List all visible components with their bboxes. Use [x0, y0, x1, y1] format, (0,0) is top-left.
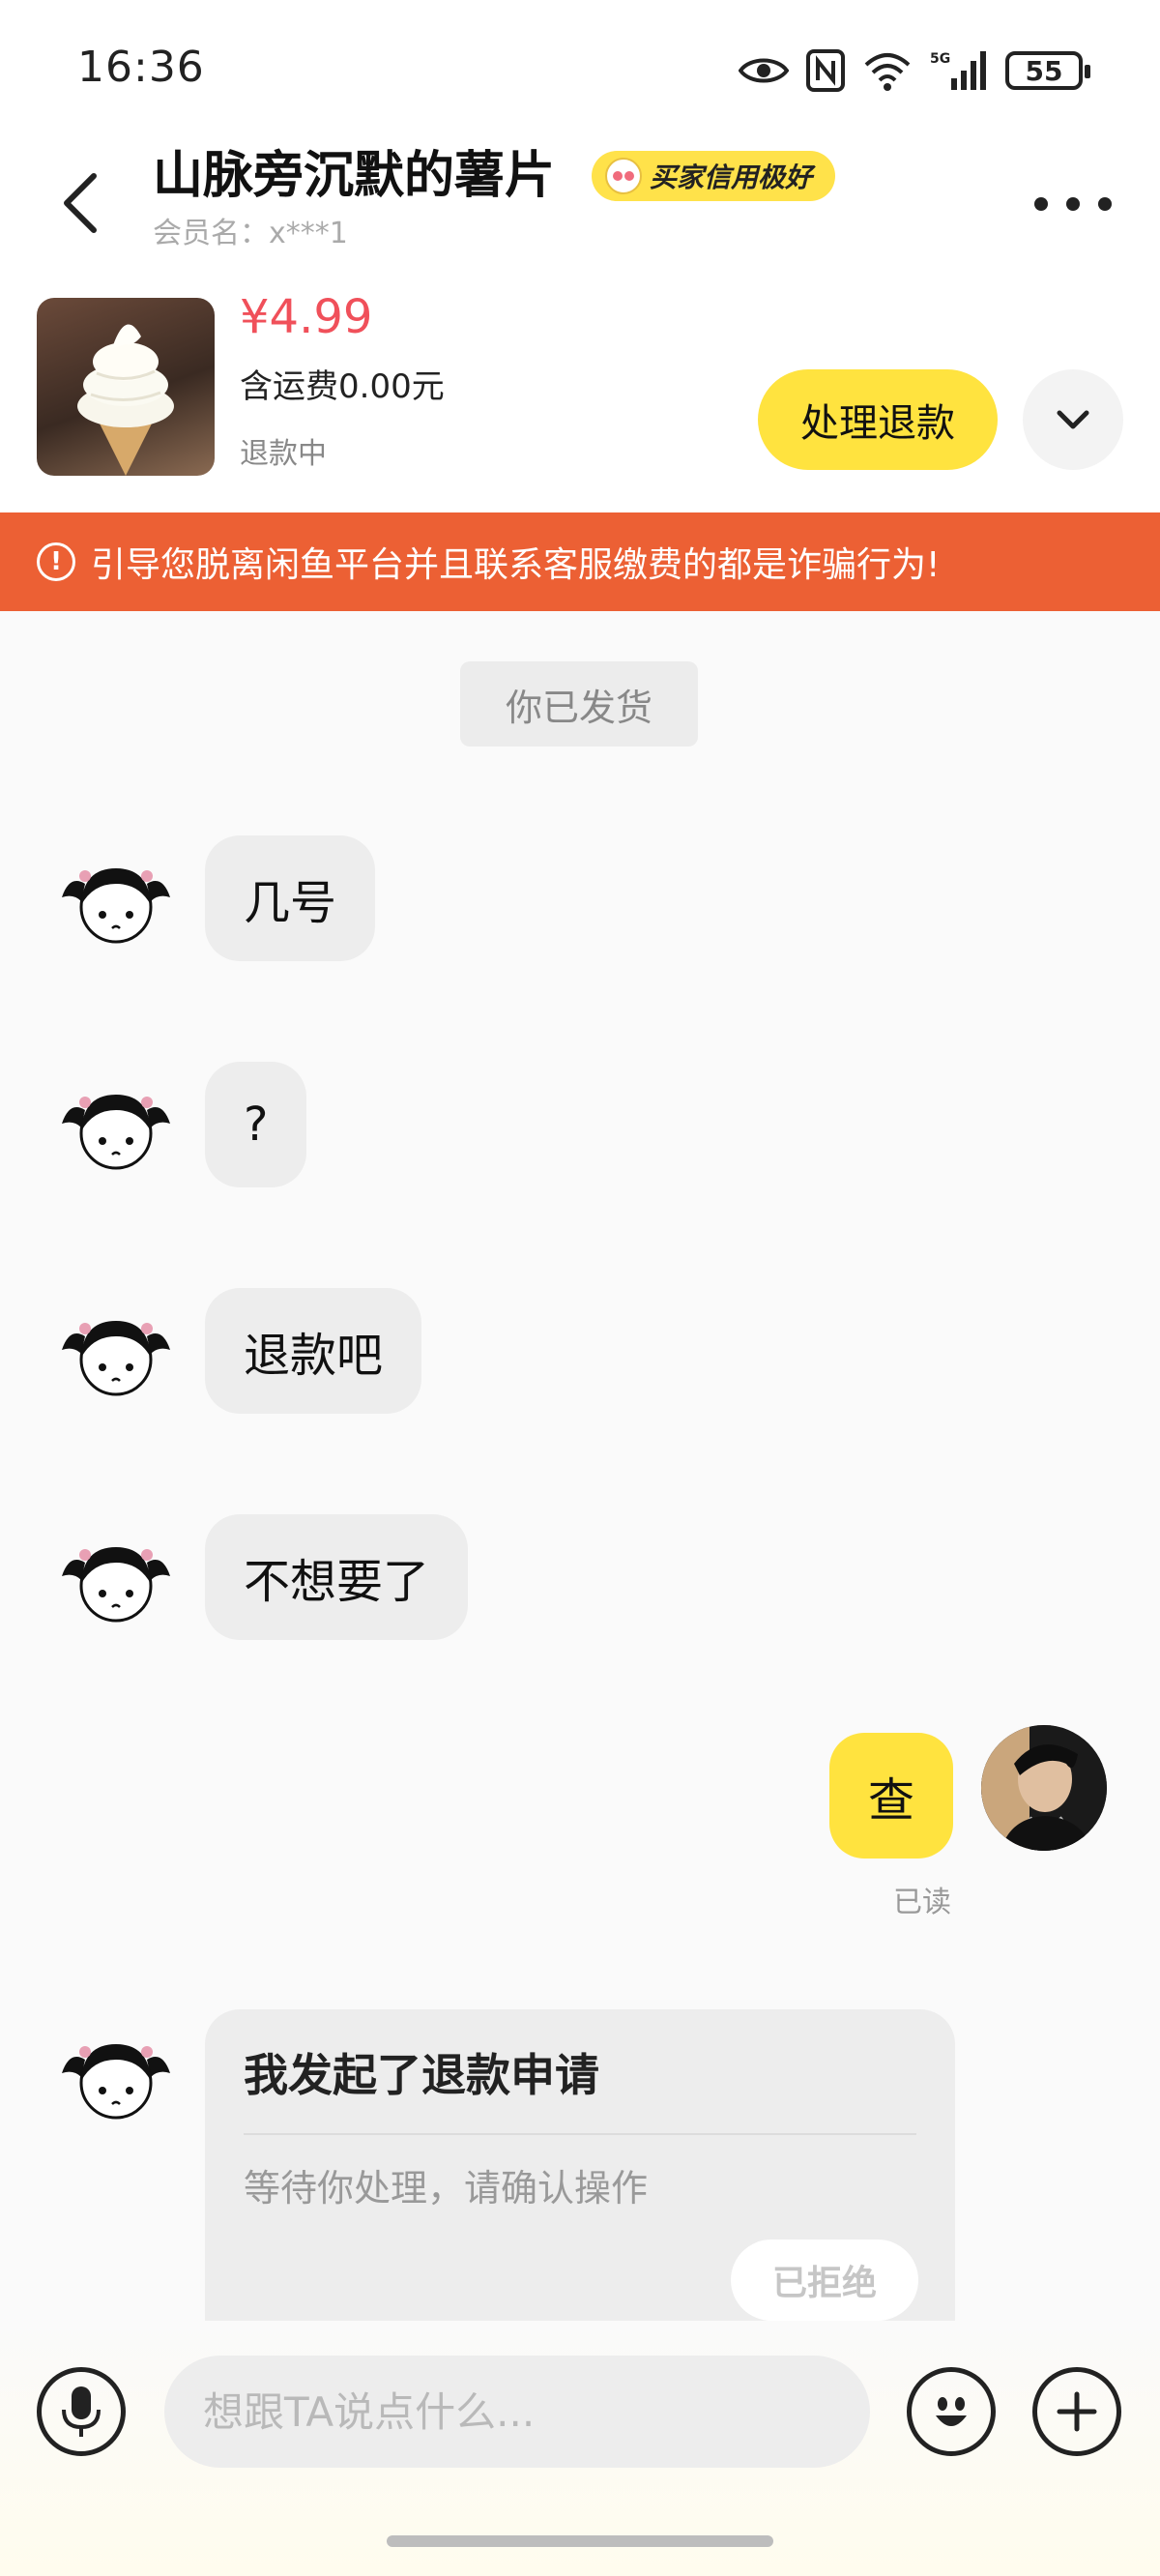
battery-icon: 55 [1005, 51, 1090, 90]
incoming-message-bubble[interactable]: 退款吧 [205, 1288, 422, 1414]
nfc-icon [806, 49, 845, 92]
refund-card-description: 等待你处理，请确认操作 [244, 2167, 649, 2210]
chevron-left-icon [64, 173, 97, 233]
wifi-icon [864, 53, 911, 91]
emoji-icon [936, 2397, 967, 2426]
my-avatar[interactable] [981, 1725, 1107, 1851]
buyer-avatar[interactable] [56, 855, 176, 951]
home-indicator[interactable] [387, 2535, 773, 2547]
credit-badge: 买家信用极好 [592, 151, 836, 201]
voice-input-button[interactable] [37, 2367, 126, 2456]
outgoing-message-bubble[interactable]: 查 [829, 1733, 954, 1859]
more-dot-icon [1066, 197, 1080, 211]
refund-status: 退款中 [240, 437, 327, 471]
smiley-face-icon [605, 158, 642, 194]
buyer-avatar[interactable] [56, 1081, 176, 1178]
buyer-avatar[interactable] [56, 1534, 176, 1630]
more-options-button[interactable] [1034, 180, 1112, 228]
buyer-avatar[interactable] [56, 2031, 176, 2127]
emoji-button[interactable] [907, 2367, 996, 2456]
more-dot-icon [1098, 197, 1112, 211]
input-bar [0, 2321, 1160, 2576]
incoming-message-bubble[interactable]: 几号 [205, 835, 376, 961]
chevron-down-icon [1057, 410, 1089, 429]
divider [244, 2133, 916, 2135]
incoming-message-bubble[interactable]: 不想要了 [205, 1514, 469, 1640]
microphone-icon [62, 2386, 101, 2437]
status-icons: 5G 55 [739, 46, 1090, 95]
back-button[interactable] [46, 164, 114, 242]
message-input[interactable] [164, 2356, 870, 2468]
scam-warning-banner: ! 引导您脱离闲鱼平台并且联系客服缴费的都是诈骗行为! [0, 512, 1160, 611]
product-card[interactable]: ¥4.99 含运费0.00元 退款中 处理退款 [0, 271, 1160, 512]
process-refund-button[interactable]: 处理退款 [758, 369, 998, 470]
chat-messages[interactable]: 你已发货 几号 ? 退款吧 不想要了 查 已读 我发起了退款申请 等待你处理，请… [0, 611, 1160, 2321]
seller-name[interactable]: 山脉旁沉默的薯片 [153, 145, 555, 207]
battery-level: 55 [1025, 54, 1063, 87]
product-price: ¥4.99 [240, 290, 373, 344]
incoming-message-bubble[interactable]: ? [205, 1062, 307, 1187]
system-message: 你已发货 [460, 661, 698, 746]
status-bar: 16:36 5G 55 [0, 0, 1160, 145]
my-avatar-photo [981, 1725, 1107, 1851]
product-thumbnail[interactable] [37, 298, 215, 476]
refund-request-card[interactable]: 我发起了退款申请 等待你处理，请确认操作 已拒绝 [205, 2009, 955, 2321]
refund-card-title: 我发起了退款申请 [244, 2049, 599, 2101]
buyer-avatar[interactable] [56, 1307, 176, 1404]
read-receipt: 已读 [893, 1886, 951, 1919]
warning-text: 引导您脱离闲鱼平台并且联系客服缴费的都是诈骗行为! [91, 545, 941, 585]
cellular-signal-icon: 5G [930, 51, 986, 90]
warning-icon: ! [37, 542, 75, 581]
member-name: 会员名：x***1 [153, 217, 348, 250]
rejected-status-button: 已拒绝 [731, 2239, 918, 2321]
plus-icon [1057, 2391, 1097, 2432]
credit-badge-label: 买家信用极好 [650, 161, 813, 193]
shipping-fee: 含运费0.00元 [240, 367, 445, 406]
eye-icon [739, 58, 789, 83]
chat-header: 山脉旁沉默的薯片 买家信用极好 会员名：x***1 [0, 145, 1160, 271]
expand-button[interactable] [1023, 369, 1123, 470]
more-dot-icon [1034, 197, 1048, 211]
ice-cream-image [77, 324, 174, 476]
svg-text:5G: 5G [930, 51, 950, 67]
status-time: 16:36 [77, 43, 205, 92]
add-attachment-button[interactable] [1032, 2367, 1121, 2456]
